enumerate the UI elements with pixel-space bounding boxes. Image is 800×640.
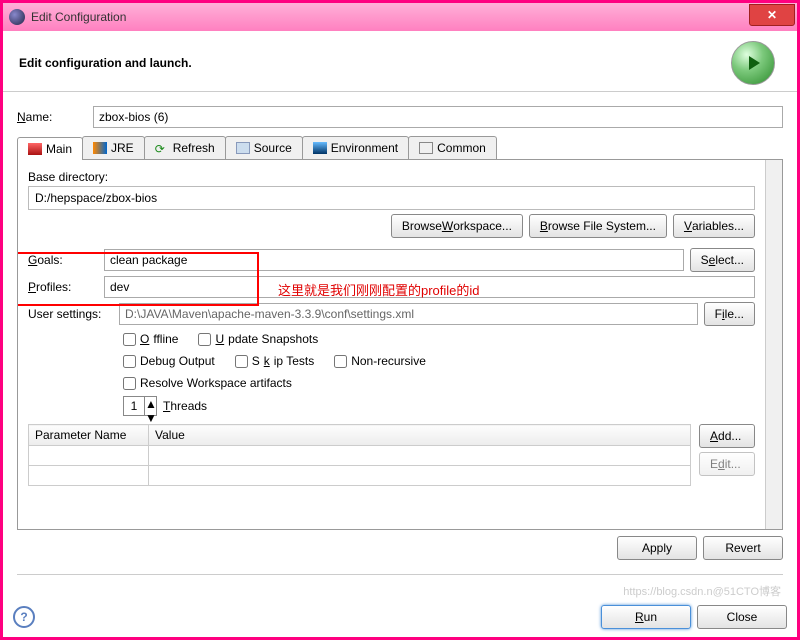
non-recursive-checkbox[interactable]: Non-recursive	[334, 354, 426, 368]
annotation-text: 这里就是我们刚刚配置的profile的id	[278, 280, 480, 299]
dialog-footer: ? Run Close	[13, 605, 787, 629]
variables-button[interactable]: Variables...	[673, 214, 755, 238]
tab-main-panel: Base directory: D:/hepspace/zbox-bios Br…	[17, 160, 783, 530]
table-row[interactable]	[29, 446, 691, 466]
name-label: Name:	[17, 110, 87, 124]
dialog-subtitle: Edit configuration and launch.	[19, 56, 192, 70]
basedir-label: Base directory:	[28, 170, 755, 184]
parameters-table[interactable]: Parameter NameValue	[28, 424, 691, 486]
tab-source[interactable]: Source	[225, 136, 303, 159]
offline-checkbox[interactable]: Offline	[123, 332, 178, 346]
goals-label: Goals:	[28, 253, 98, 267]
scrollbar[interactable]	[765, 160, 782, 529]
name-input[interactable]	[93, 106, 783, 128]
col-value: Value	[149, 425, 691, 446]
goals-input[interactable]	[104, 249, 684, 271]
revert-button[interactable]: Revert	[703, 536, 783, 560]
threads-spinner[interactable]: 1▲▼	[123, 396, 157, 416]
close-button[interactable]: Close	[697, 605, 787, 629]
table-row[interactable]	[29, 466, 691, 486]
run-button[interactable]: Run	[601, 605, 691, 629]
dialog-content: Name: Main JRE ⟳Refresh Source Environme…	[3, 92, 797, 568]
options-group: Offline Update Snapshots Debug Output Sk…	[28, 332, 755, 390]
skip-tests-checkbox[interactable]: Skip Tests	[235, 354, 314, 368]
titlebar[interactable]: Edit Configuration ✕	[3, 3, 797, 31]
tab-jre[interactable]: JRE	[82, 136, 145, 159]
update-snapshots-checkbox[interactable]: Update Snapshots	[198, 332, 318, 346]
dialog-window: Edit Configuration ✕ Edit configuration …	[0, 0, 800, 640]
name-row: Name:	[17, 106, 783, 128]
tab-refresh[interactable]: ⟳Refresh	[144, 136, 226, 159]
browse-workspace-button[interactable]: Browse Workspace...	[391, 214, 523, 238]
profiles-label: Profiles:	[28, 280, 98, 294]
usersettings-label: User settings:	[28, 307, 113, 321]
edit-button: Edit...	[699, 452, 755, 476]
window-title: Edit Configuration	[31, 10, 749, 24]
select-button[interactable]: Select...	[690, 248, 755, 272]
tab-common[interactable]: Common	[408, 136, 497, 159]
debug-output-checkbox[interactable]: Debug Output	[123, 354, 215, 368]
dialog-header: Edit configuration and launch.	[3, 31, 797, 92]
run-icon	[731, 41, 775, 85]
col-parameter-name: Parameter Name	[29, 425, 149, 446]
file-button[interactable]: File...	[704, 302, 755, 326]
tab-main[interactable]: Main	[17, 137, 83, 160]
threads-label: Threads	[163, 399, 207, 413]
apply-button[interactable]: Apply	[617, 536, 697, 560]
tab-environment[interactable]: Environment	[302, 136, 409, 159]
close-icon[interactable]: ✕	[749, 4, 795, 26]
usersettings-input[interactable]	[119, 303, 698, 325]
browse-filesystem-button[interactable]: Browse File System...	[529, 214, 667, 238]
tab-bar: Main JRE ⟳Refresh Source Environment Com…	[17, 136, 783, 160]
add-button[interactable]: Add...	[699, 424, 755, 448]
resolve-ws-checkbox[interactable]: Resolve Workspace artifacts	[123, 376, 292, 390]
app-icon	[9, 9, 25, 25]
watermark: https://blog.csdn.n@51CTO博客	[623, 583, 781, 599]
basedir-value[interactable]: D:/hepspace/zbox-bios	[28, 186, 755, 210]
help-icon[interactable]: ?	[13, 606, 35, 628]
